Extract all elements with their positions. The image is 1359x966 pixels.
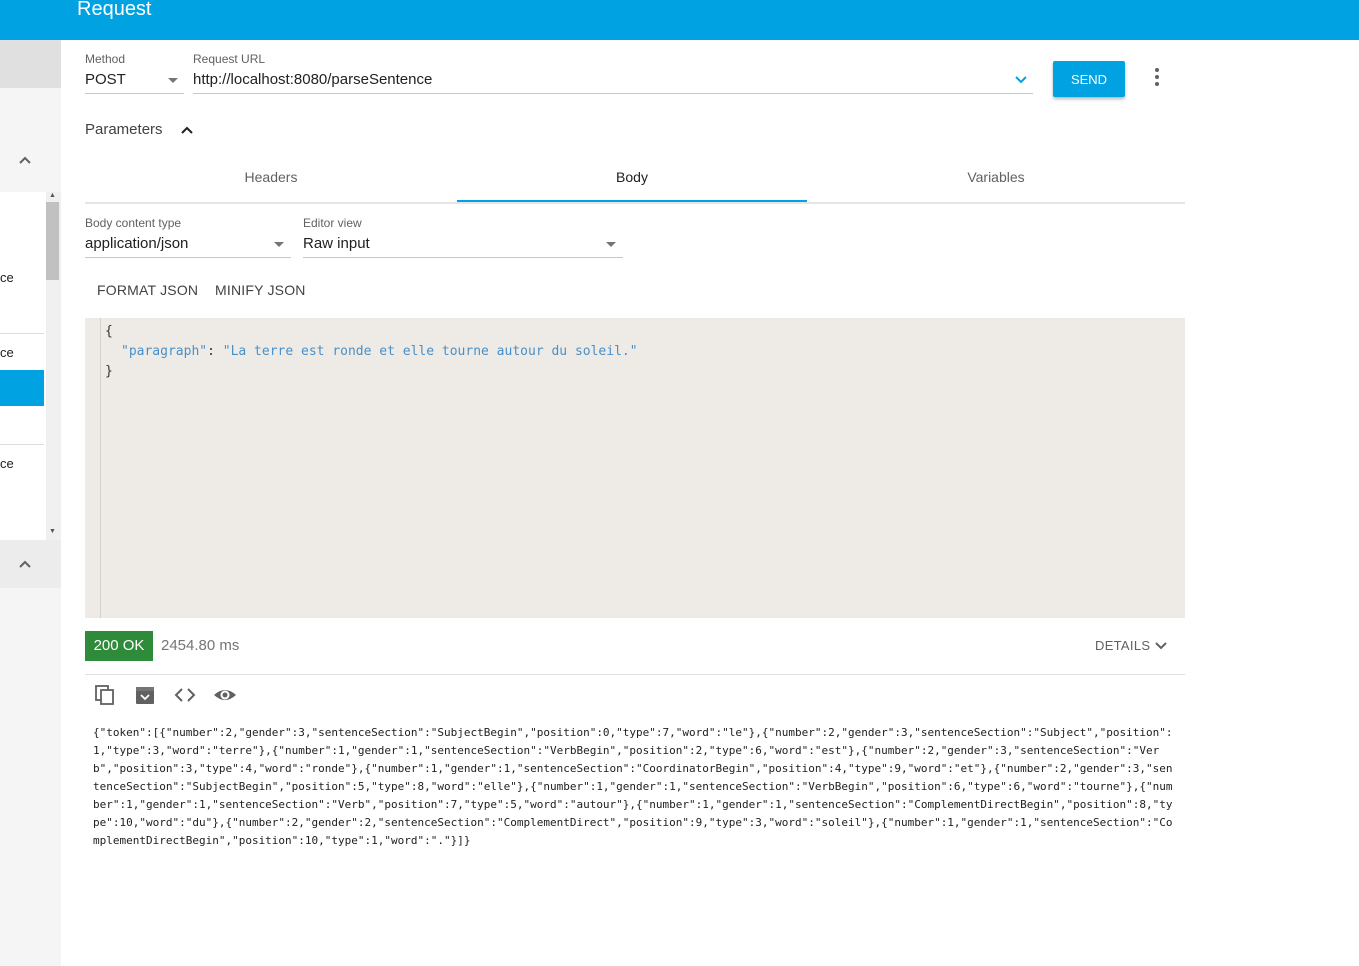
send-button[interactable]: SEND xyxy=(1053,61,1125,97)
eye-icon[interactable] xyxy=(213,684,237,706)
sidebar-header xyxy=(0,40,61,88)
response-divider xyxy=(85,674,1185,675)
code-line: "paragraph": "La terre est ronde et elle… xyxy=(121,344,638,359)
chevron-down-icon[interactable] xyxy=(1013,72,1029,88)
minify-json-button[interactable]: MINIFY JSON xyxy=(215,282,306,298)
sidebar-item-label[interactable]: ce xyxy=(0,270,14,285)
scroll-down-icon[interactable]: ▼ xyxy=(49,528,56,536)
response-time: 2454.80 ms xyxy=(161,637,240,654)
chevron-up-icon[interactable] xyxy=(17,152,33,168)
code-icon[interactable] xyxy=(174,684,196,706)
response-body: {"token":[{"number":2,"gender":3,"senten… xyxy=(93,726,1173,847)
chevron-up-icon[interactable] xyxy=(179,122,195,138)
scroll-up-icon[interactable]: ▲ xyxy=(49,192,56,200)
more-vert-icon[interactable] xyxy=(1148,66,1166,88)
content-type-select[interactable]: application/json xyxy=(85,235,188,252)
body-editor[interactable]: { "paragraph": "La terre est ronde et el… xyxy=(85,318,1185,618)
copy-icon[interactable] xyxy=(94,684,116,706)
url-label: Request URL xyxy=(193,52,266,66)
method-label: Method xyxy=(85,52,126,66)
sidebar-item-label[interactable]: ce xyxy=(0,345,14,360)
tab-variables[interactable]: Variables xyxy=(807,160,1185,202)
scrollbar-thumb[interactable] xyxy=(46,202,59,280)
code-line: } xyxy=(105,364,113,379)
dropdown-caret-icon[interactable] xyxy=(606,242,616,247)
chevron-down-icon[interactable] xyxy=(1154,639,1168,653)
active-tab-indicator xyxy=(457,200,807,202)
app-bar: Request xyxy=(0,0,1359,40)
parameters-toggle[interactable]: Parameters xyxy=(85,121,163,138)
details-toggle[interactable]: DETAILS xyxy=(1095,638,1150,653)
dropdown-caret-icon[interactable] xyxy=(274,242,284,247)
sidebar-divider xyxy=(0,444,44,445)
sidebar-scrollbar[interactable]: ▲ ▼ xyxy=(46,192,61,540)
chevron-up-icon[interactable] xyxy=(17,556,33,572)
status-badge: 200 OK xyxy=(85,631,153,661)
code-line: { xyxy=(105,324,113,339)
sidebar-item-label[interactable]: ce xyxy=(0,456,14,471)
json-colon: : xyxy=(207,344,223,359)
dropdown-caret-icon[interactable] xyxy=(168,78,178,83)
tab-bar: Headers Body Variables xyxy=(85,160,1185,204)
editor-gutter xyxy=(85,318,101,618)
json-value: "La terre est ronde et elle tourne autou… xyxy=(222,344,638,359)
url-input[interactable]: http://localhost:8080/parseSentence xyxy=(193,71,432,88)
method-select[interactable]: POST xyxy=(85,71,126,88)
content-type-underline xyxy=(85,257,291,258)
save-icon[interactable] xyxy=(134,684,156,706)
sidebar-divider xyxy=(0,333,44,334)
sidebar: ce ce ce ▲ ▼ xyxy=(0,40,61,966)
method-underline xyxy=(85,93,184,94)
tab-headers[interactable]: Headers xyxy=(85,160,457,202)
format-json-button[interactable]: FORMAT JSON xyxy=(97,282,198,298)
content-type-label: Body content type xyxy=(85,216,182,230)
editor-view-select[interactable]: Raw input xyxy=(303,235,370,252)
json-key: "paragraph" xyxy=(121,344,208,359)
tab-body[interactable]: Body xyxy=(457,160,807,202)
editor-view-underline xyxy=(303,257,623,258)
url-underline xyxy=(193,93,1033,94)
page-title: Request xyxy=(77,0,152,20)
sidebar-item-selected[interactable] xyxy=(0,370,44,406)
editor-view-label: Editor view xyxy=(303,216,362,230)
